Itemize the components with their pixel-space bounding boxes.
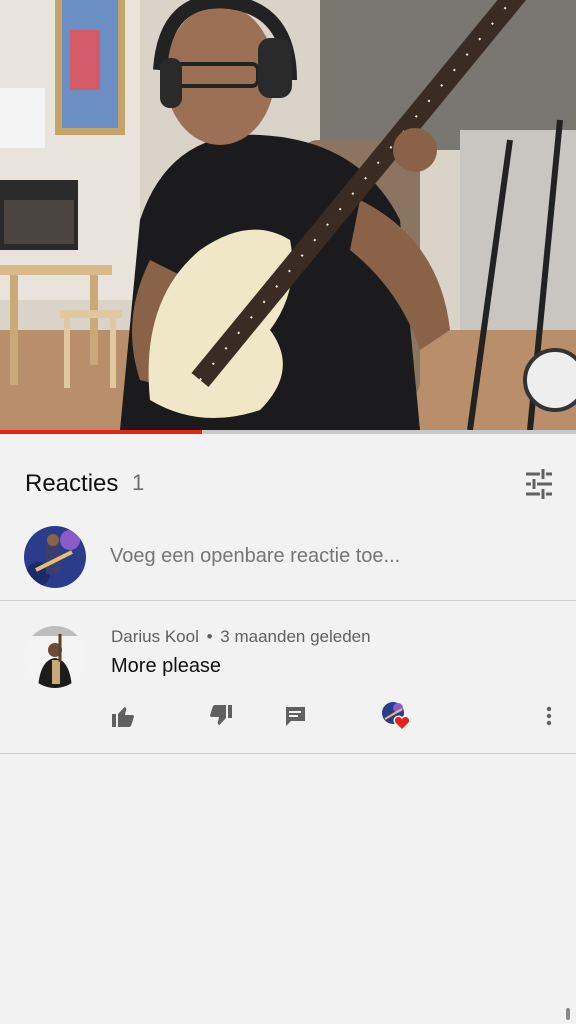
meta-separator: • (206, 627, 213, 646)
divider (0, 753, 576, 754)
add-comment-input[interactable] (110, 545, 550, 568)
comment-meta: Darius Kool • 3 maanden geleden (111, 627, 371, 647)
comment-item: Darius Kool • 3 maanden geleden More ple… (0, 601, 576, 753)
comments-title: Reacties (25, 470, 119, 497)
scrollbar-thumb[interactable] (566, 1008, 570, 1020)
comment-author[interactable]: Darius Kool (111, 627, 199, 647)
creator-heart-icon (378, 699, 412, 733)
current-user-avatar[interactable] (24, 526, 86, 588)
comment-author-avatar[interactable] (24, 626, 86, 688)
thumb-down-icon[interactable] (204, 699, 238, 733)
video-frame (0, 0, 576, 430)
comments-header: Reacties 1 (0, 434, 576, 518)
sort-filter-icon[interactable] (520, 466, 558, 502)
video-player[interactable] (0, 0, 576, 430)
comment-time: 3 maanden geleden (220, 627, 371, 646)
thumb-up-icon[interactable] (106, 699, 140, 733)
comment-text: More please (111, 655, 222, 677)
add-comment-row (0, 518, 576, 600)
more-vert-icon[interactable] (532, 699, 566, 733)
reply-comment-icon[interactable] (278, 699, 312, 733)
comments-count: 1 (132, 470, 145, 495)
